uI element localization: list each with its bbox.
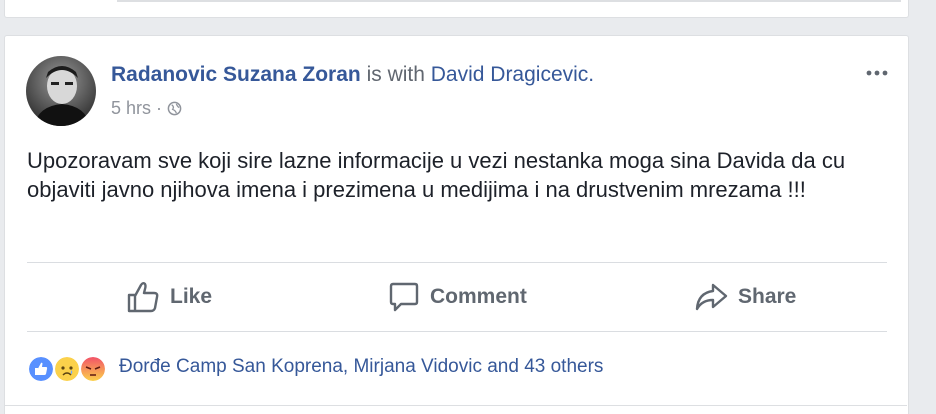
sad-icon	[53, 355, 81, 383]
previous-post-card	[4, 0, 909, 18]
avatar[interactable]	[26, 56, 96, 126]
author-name[interactable]: Radanovic Suzana Zoran	[111, 63, 361, 86]
action-bar: Like Comment Share	[27, 263, 887, 331]
with-text: is with	[360, 63, 431, 86]
timestamp[interactable]: 5 hrs	[111, 98, 151, 119]
tagged-person[interactable]: David Dragicevic.	[431, 63, 594, 86]
share-label: Share	[738, 285, 797, 308]
comment-icon	[389, 282, 419, 312]
reactions-bottom-divider	[4, 405, 907, 406]
more-options-button[interactable]	[865, 64, 889, 82]
actions-bottom-divider	[27, 331, 887, 332]
globe-icon[interactable]	[167, 101, 182, 116]
comment-button[interactable]: Comment	[388, 263, 527, 331]
like-icon	[27, 355, 55, 383]
share-button[interactable]: Share	[694, 263, 796, 331]
like-button[interactable]: Like	[126, 263, 212, 331]
post-card: Radanovic Suzana Zoran is with David Dra…	[4, 35, 909, 414]
ellipsis-icon	[866, 70, 888, 76]
post-header: Radanovic Suzana Zoran is with David Dra…	[111, 63, 594, 87]
previous-post-divider	[117, 0, 901, 2]
thumbs-up-icon	[127, 282, 159, 313]
post-body: Upozoravam sve koji sire lazne informaci…	[27, 148, 846, 202]
avatar-image	[26, 56, 96, 126]
reactions-summary[interactable]: Đorđe Camp San Koprena, Mirjana Vidovic …	[27, 350, 603, 384]
like-label: Like	[170, 285, 213, 308]
meta-separator: ·	[156, 98, 163, 118]
comment-label: Comment	[430, 285, 527, 308]
share-icon	[695, 283, 728, 311]
post-meta: 5 hrs ·	[111, 98, 182, 119]
reaction-names[interactable]: Đorđe Camp San Koprena, Mirjana Vidovic …	[119, 356, 603, 378]
reaction-icons	[27, 353, 113, 383]
angry-icon	[79, 355, 107, 383]
